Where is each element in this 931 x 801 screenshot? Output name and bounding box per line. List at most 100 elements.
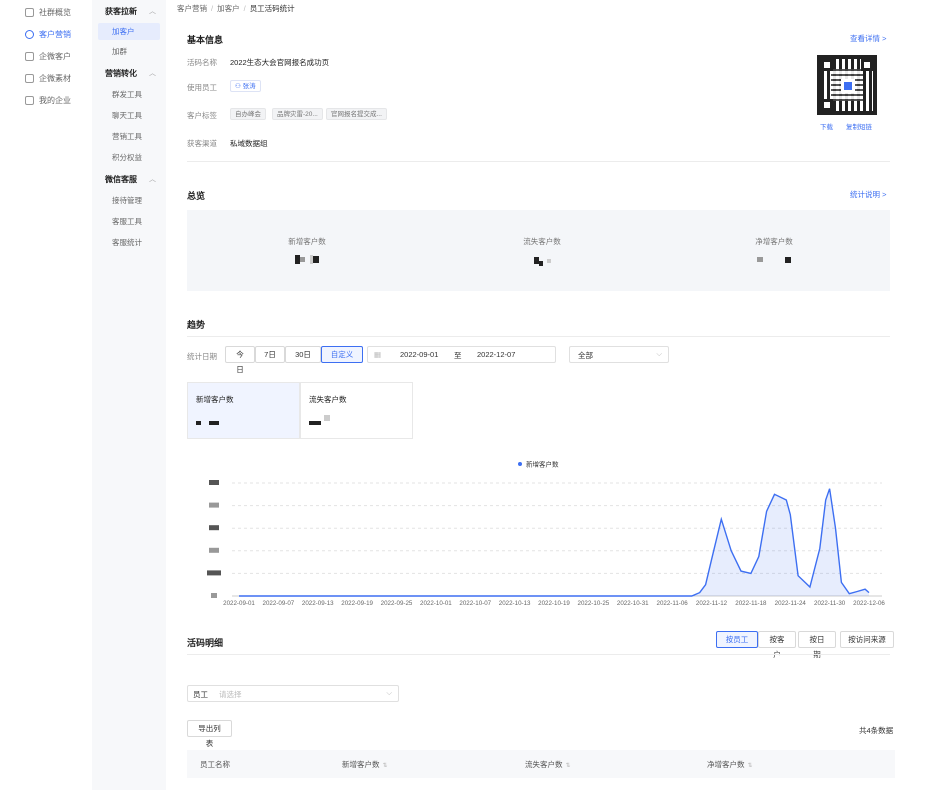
overview-label: 新增客户数 [288,237,326,246]
filter-value: 全部 [578,351,593,360]
nav-label: 客户营销 [39,29,71,39]
employee-name: 张涛 [242,83,256,90]
subnav-service-stats[interactable]: 客服统计 [92,232,166,253]
end-date: 2022-12-07 [477,350,516,359]
chevron-up-icon: ︿ [149,8,156,15]
nav-label: 企微素材 [39,73,71,83]
range-30d[interactable]: 30日 [285,346,321,363]
sort-icon: ⇅ [747,763,753,769]
group-service[interactable]: 微信客服 ︿ [92,168,166,190]
trend-title: 趋势 [187,320,206,330]
nav-label: 社群概览 [39,7,71,17]
y-tick-masked [209,480,219,485]
filter-select[interactable]: 全部 ⌵ [569,346,669,363]
col-label: 流失客户数 [525,760,563,769]
overview-label: 流失客户数 [523,237,561,246]
export-button[interactable]: 导出列表 [187,720,232,748]
x-tick-label: 2022-10-25 [578,600,610,607]
y-tick-masked [209,502,219,508]
x-tick-label: 2022-10-19 [538,600,570,607]
table-header: 员工名称 新增客户数 ⇅ 流失客户数 ⇅ 净增客户数 ⇅ [187,750,895,778]
download-link[interactable]: 下载 [820,121,833,131]
col-new[interactable]: 新增客户数 ⇅ [342,759,388,770]
qr-finder [821,59,833,71]
group-convert[interactable]: 营销转化 ︿ [92,62,166,84]
x-tick-label: 2022-11-18 [735,600,767,607]
series-area [239,488,869,596]
employee-label: 使用员工 [187,83,217,92]
copy-link[interactable]: 复制短链 [846,121,872,131]
channel-value: 私域数据组 [230,139,268,148]
range-custom[interactable]: 自定义 [321,346,363,363]
subnav-reception[interactable]: 接待管理 [92,190,166,211]
name-label: 活码名称 [187,58,217,67]
employee-filter[interactable]: 员工 请选择 ⌵ [187,685,399,702]
masked-value [309,414,330,427]
divider [187,654,890,655]
main-content: 客户营销 / 加客户 / 员工活码统计 基本信息 查看详情 > 活码名称 2022生态大… [166,0,931,801]
nav-item-materials[interactable]: 企微素材 [0,67,92,89]
qr-finder [861,59,873,71]
x-tick-label: 2022-10-01 [420,600,452,607]
tab-by-employee[interactable]: 按员工 [716,631,758,648]
sort-icon: ⇅ [382,763,388,769]
nav-item-customers[interactable]: 企微客户 [0,45,92,67]
folder-icon [25,73,34,83]
col-net[interactable]: 净增客户数 ⇅ [707,759,753,770]
masked-value [247,255,367,267]
chevron-down-icon: ⌵ [386,688,392,697]
user-icon [25,29,34,39]
x-tick-label: 2022-10-31 [617,600,649,607]
nav-item-enterprise[interactable]: 我的企业 [0,89,92,111]
overview-net: 净增客户数 [714,236,834,267]
x-tick-label: 2022-10-13 [499,600,531,607]
legend-label: 新增客户数 [526,460,559,469]
employee-filter-label: 员工 [193,690,208,699]
x-tick-label: 2022-09-25 [381,600,413,607]
date-range-picker[interactable]: ▦ 2022-09-01 至 2022-12-07 [367,346,556,363]
crumb-marketing[interactable]: 客户营销 [177,4,207,13]
customer-tag: 自办峰会 [230,108,266,120]
group-acquire[interactable]: 获客拉新 ︿ [92,0,166,22]
range-separator: 至 [454,351,462,360]
subnav-points[interactable]: 积分权益 [92,147,166,168]
subnav-add-customer[interactable]: 加客户 [98,23,160,40]
nav-item-overview[interactable]: 社群概览 [0,1,92,23]
x-tick-label: 2022-11-30 [814,600,846,607]
crumb-sep: / [243,4,246,13]
tab-by-date[interactable]: 按日期 [798,631,836,659]
line-chart-svg: 新增客户数 2022-09-01 2022-09-07 2022-09-13 2022-… [207,460,885,607]
tab-by-source[interactable]: 按访问来源 [840,631,894,648]
qr-code-image [817,55,877,115]
nav-label: 企微客户 [39,51,71,61]
breadcrumb: 客户营销 / 加客户 / 员工活码统计 [177,3,295,14]
view-detail-link[interactable]: 查看详情 > [850,33,886,44]
col-label: 新增客户数 [342,760,380,769]
crumb-add-customer[interactable]: 加客户 [217,4,240,13]
kpi-lost-customers[interactable]: 流失客户数 [300,382,413,439]
overview-panel: 新增客户数 流失客户数 净增客户数 [187,210,890,291]
subnav-add-group[interactable]: 加群 [92,41,166,62]
subnav-service-tools[interactable]: 客服工具 [92,211,166,232]
name-value: 2022生态大会官网报名成功页 [230,58,330,67]
x-tick-label: 2022-09-19 [341,600,373,607]
subnav-chat-tools[interactable]: 聊天工具 [92,105,166,126]
col-label: 净增客户数 [707,760,745,769]
col-lost[interactable]: 流失客户数 ⇅ [525,759,571,770]
range-today[interactable]: 今日 [225,346,255,374]
stats-help-link[interactable]: 统计说明 > [850,189,886,200]
range-7d[interactable]: 7日 [255,346,285,363]
calendar-icon: ▦ [374,350,382,359]
detail-title: 活码明细 [187,638,224,648]
subnav-marketing-tools[interactable]: 营销工具 [92,126,166,147]
masked-value [196,418,219,427]
channel-label: 获客渠道 [187,139,217,148]
employee-filter-placeholder: 请选择 [219,690,242,699]
tab-by-customer[interactable]: 按客户 [758,631,796,659]
subnav-mass-send[interactable]: 群发工具 [92,84,166,105]
nav-item-marketing[interactable]: 客户营销 [0,23,92,45]
x-tick-label: 2022-11-24 [775,600,807,607]
kpi-new-customers[interactable]: 新增客户数 [187,382,300,439]
crumb-sep: / [211,4,214,13]
qr-logo [841,79,855,93]
